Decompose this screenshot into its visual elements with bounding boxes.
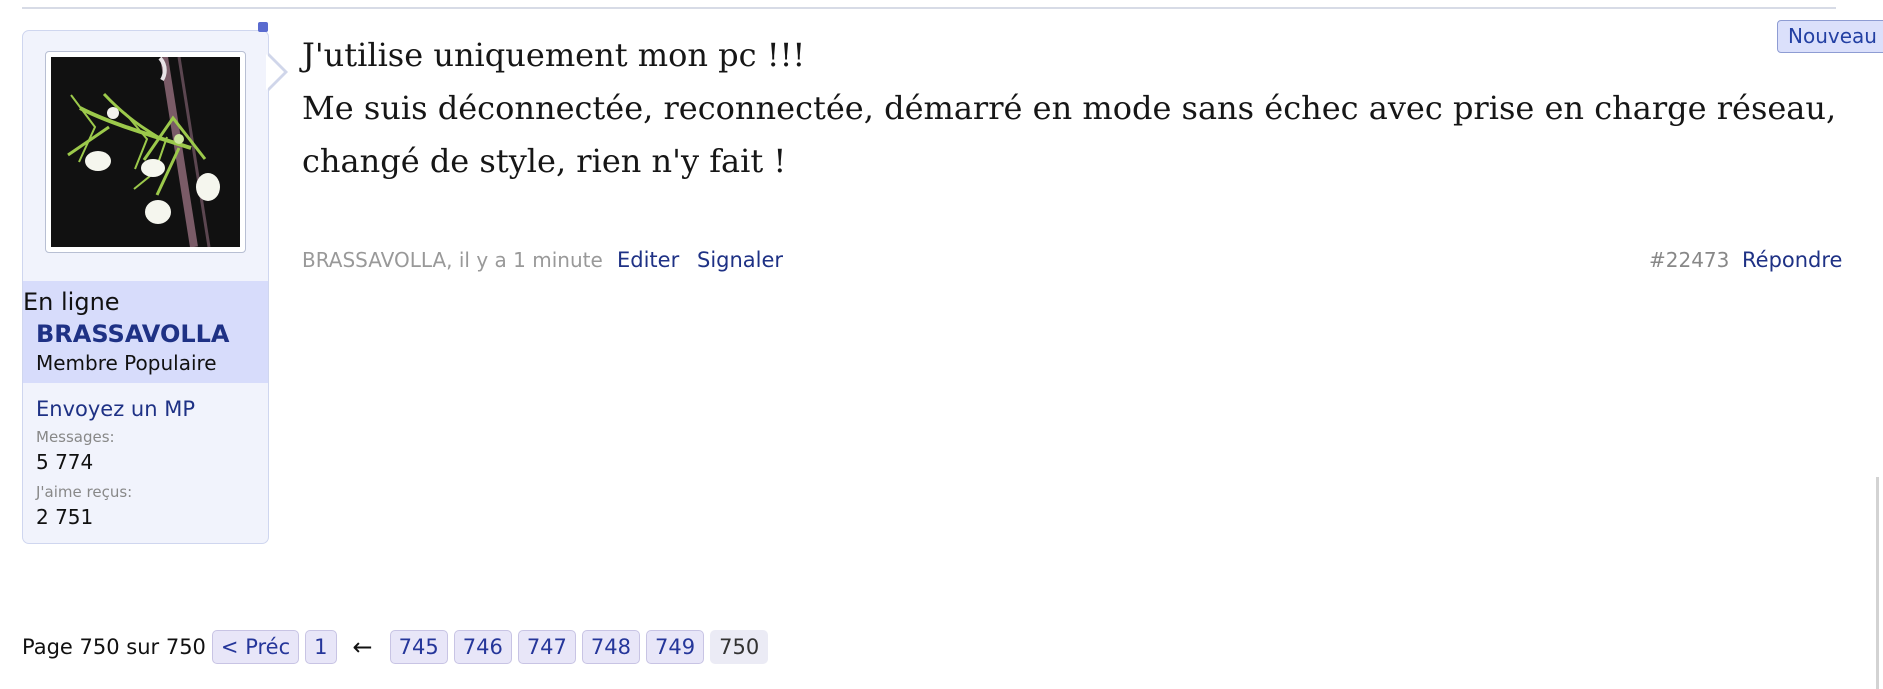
send-message-link[interactable]: Envoyez un MP bbox=[36, 397, 195, 421]
page-gap-arrow: ← bbox=[352, 633, 373, 661]
user-info-panel: En ligne BRASSAVOLLA Membre Populaire En… bbox=[22, 30, 269, 544]
post-number[interactable]: #22473 bbox=[1649, 248, 1729, 272]
page-749-button[interactable]: 749 bbox=[646, 630, 705, 664]
post-line: changé de style, rien n'y fait ! bbox=[302, 142, 787, 180]
page-748-button[interactable]: 748 bbox=[581, 630, 640, 664]
post-message: J'utilise uniquement mon pc !!! Me suis … bbox=[302, 29, 1837, 188]
post-author-date: BRASSAVOLLA, il y a 1 minute bbox=[302, 248, 603, 272]
speech-bubble-pointer-icon bbox=[266, 52, 288, 92]
online-status: En ligne bbox=[23, 288, 120, 316]
page-747-button[interactable]: 747 bbox=[517, 630, 576, 664]
likes-count: 2 751 bbox=[36, 505, 94, 529]
member-highlight: En ligne BRASSAVOLLA Membre Populaire bbox=[23, 281, 268, 383]
edit-link[interactable]: Editer bbox=[617, 248, 679, 272]
first-page-button[interactable]: 1 bbox=[305, 630, 337, 664]
previous-page-button[interactable]: < Préc bbox=[211, 630, 300, 664]
new-post-badge: Nouveau bbox=[1777, 20, 1883, 53]
member-role: Membre Populaire bbox=[36, 351, 217, 375]
member-name[interactable]: BRASSAVOLLA bbox=[36, 320, 230, 348]
page-745-button[interactable]: 745 bbox=[389, 630, 448, 664]
page-746-button[interactable]: 746 bbox=[453, 630, 512, 664]
top-divider bbox=[22, 7, 1836, 9]
post-line: J'utilise uniquement mon pc !!! bbox=[302, 36, 806, 74]
orchid-avatar-icon bbox=[51, 57, 240, 247]
likes-label: J'aime reçus: bbox=[36, 483, 133, 501]
page-status: Page 750 sur 750 bbox=[22, 635, 206, 659]
post-line: Me suis déconnectée, reconnectée, démarr… bbox=[302, 89, 1837, 127]
panel-corner-marker bbox=[258, 22, 268, 32]
avatar[interactable] bbox=[45, 51, 246, 253]
messages-count: 5 774 bbox=[36, 450, 94, 474]
report-link[interactable]: Signaler bbox=[697, 248, 783, 272]
forum-post-page: En ligne BRASSAVOLLA Membre Populaire En… bbox=[0, 0, 1883, 689]
messages-label: Messages: bbox=[36, 428, 115, 446]
page-scrollbar[interactable] bbox=[1876, 477, 1879, 689]
current-page: 750 bbox=[710, 630, 769, 664]
reply-link[interactable]: Répondre bbox=[1742, 248, 1842, 272]
pagination: Page 750 sur 750 < Préc 1 ← 745 746 747 … bbox=[22, 629, 774, 665]
